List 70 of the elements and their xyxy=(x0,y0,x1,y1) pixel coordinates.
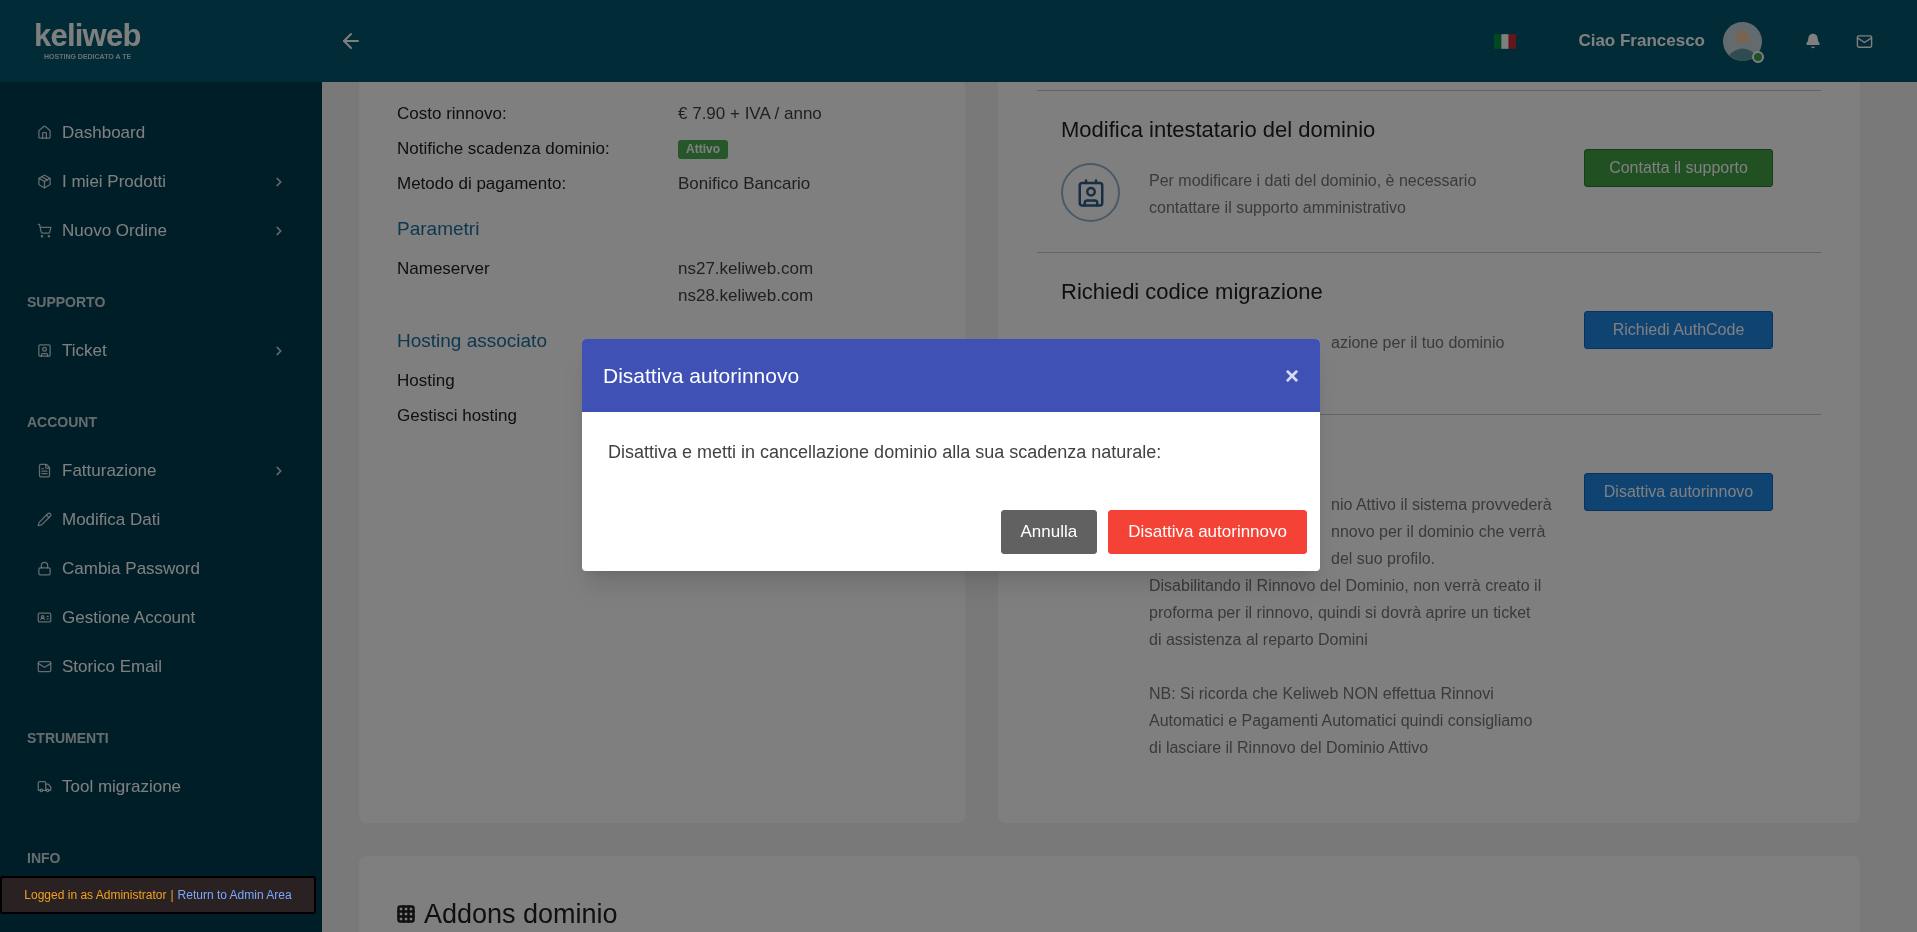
contact-icon xyxy=(1061,163,1120,222)
sidebar-item[interactable]: Fatturazione xyxy=(0,446,322,495)
description-text: contattare il supporto amministrativo xyxy=(1149,198,1406,218)
logo: keliweb xyxy=(34,19,141,52)
section-title: Hosting associato xyxy=(397,329,547,353)
action-button[interactable]: Contatta il supporto xyxy=(1584,149,1773,187)
description-text: di lasciare il Rinnovo del Dominio Attivo xyxy=(1149,738,1429,758)
description-text: Per modificare i dati del dominio, è necessario xyxy=(1149,171,1477,191)
section-title: Parametri xyxy=(397,217,480,241)
dialog-button[interactable]: Annulla xyxy=(1000,510,1098,554)
admin-status-text: Logged in as Administrator xyxy=(24,887,167,904)
box-icon xyxy=(37,174,52,189)
sidebar-heading: SUPPORTO xyxy=(27,293,106,312)
sidebar-heading: ACCOUNT xyxy=(27,413,97,432)
action-button[interactable]: Richiedi AuthCode xyxy=(1584,311,1773,349)
document-icon xyxy=(37,463,52,478)
sidebar-item[interactable]: I miei Prodotti xyxy=(0,157,322,206)
sidebar-item[interactable]: Gestione Account xyxy=(0,593,322,642)
sidebar-heading: INFO xyxy=(27,849,61,868)
action-title: Richiedi codice migrazione xyxy=(1061,278,1323,306)
mail-icon[interactable] xyxy=(1856,32,1873,50)
admin-area-link[interactable]: Return to Admin Area xyxy=(177,886,292,904)
detail-label: Notifiche scadenza dominio: xyxy=(397,138,610,160)
sidebar-item[interactable]: Storico Email xyxy=(0,642,322,691)
action-title: Modifica intestatario del dominio xyxy=(1061,116,1376,144)
description-text: nnovo per il dominio che verrà xyxy=(1331,522,1546,542)
pencil-icon xyxy=(37,512,52,527)
detail-value: Bonifico Bancario xyxy=(678,173,811,195)
status-badge: Attivo xyxy=(678,140,728,159)
dialog-button[interactable]: Disattiva autorinnovo xyxy=(1108,510,1307,554)
dialog-message: Disattiva e metti in cancellazione dominio alla sua scadenza naturale: xyxy=(607,441,1163,464)
sidebar-item[interactable]: Ticket xyxy=(0,326,322,375)
detail-label: Metodo di pagamento: xyxy=(397,173,567,195)
mail-icon xyxy=(37,659,52,674)
home-icon xyxy=(37,125,52,140)
detail-label: Gestisci hosting xyxy=(397,405,517,427)
description-text: Automatici e Pagamenti Automatici quindi consigliamo xyxy=(1149,711,1533,731)
sidebar-heading: STRUMENTI xyxy=(27,729,109,748)
sidebar-item[interactable]: Nuovo Ordine xyxy=(0,206,322,255)
sidebar-item[interactable]: Tool migrazione xyxy=(0,762,322,811)
sidebar-item[interactable]: Modifica Dati xyxy=(0,495,322,544)
cart-icon xyxy=(37,223,52,238)
grid-icon xyxy=(396,904,416,925)
flag-icon[interactable] xyxy=(1494,32,1517,50)
user-greeting[interactable]: Ciao Francesco xyxy=(1578,28,1705,54)
action-button[interactable]: Disattiva autorinnovo xyxy=(1584,473,1773,511)
description-text: del suo profilo. xyxy=(1331,549,1436,569)
sidebar-item[interactable]: Cambia Password xyxy=(0,544,322,593)
notification-icon[interactable] xyxy=(1805,33,1821,49)
detail-value: ns27.keliweb.com xyxy=(678,258,814,280)
description-text: proforma per il rinnovo, quindi si dovrà aprire un ticket xyxy=(1149,603,1531,623)
dialog-title: Disattiva autorinnovo xyxy=(603,362,801,389)
lock-icon xyxy=(37,561,52,576)
detail-label: Hosting xyxy=(397,370,455,392)
description-text: Disabilitando il Rinnovo del Dominio, non verrà creato il xyxy=(1149,576,1542,596)
description-text: di assistenza al reparto Domini xyxy=(1149,630,1368,650)
detail-label: Nameserver xyxy=(397,258,490,280)
detail-value: ns28.keliweb.com xyxy=(678,285,814,307)
description-text: nio Attivo il sistema provvederà xyxy=(1331,495,1552,515)
detail-value: € 7.90 + IVA / anno xyxy=(678,103,822,125)
description-text: NB: Si ricorda che Keliweb NON effettua Rinnovi xyxy=(1149,684,1494,704)
sidebar-item[interactable]: Dashboard xyxy=(0,108,322,157)
id-card-icon xyxy=(37,610,52,625)
truck-icon xyxy=(37,779,52,794)
addons-title: Addons dominio xyxy=(424,898,618,931)
description-text: azione per il tuo dominio xyxy=(1331,333,1505,353)
avatar-icon[interactable] xyxy=(1723,21,1762,61)
separator-text: | xyxy=(170,887,174,904)
detail-label: Costo rinnovo: xyxy=(397,103,507,125)
close-button[interactable]: × xyxy=(1285,363,1299,388)
